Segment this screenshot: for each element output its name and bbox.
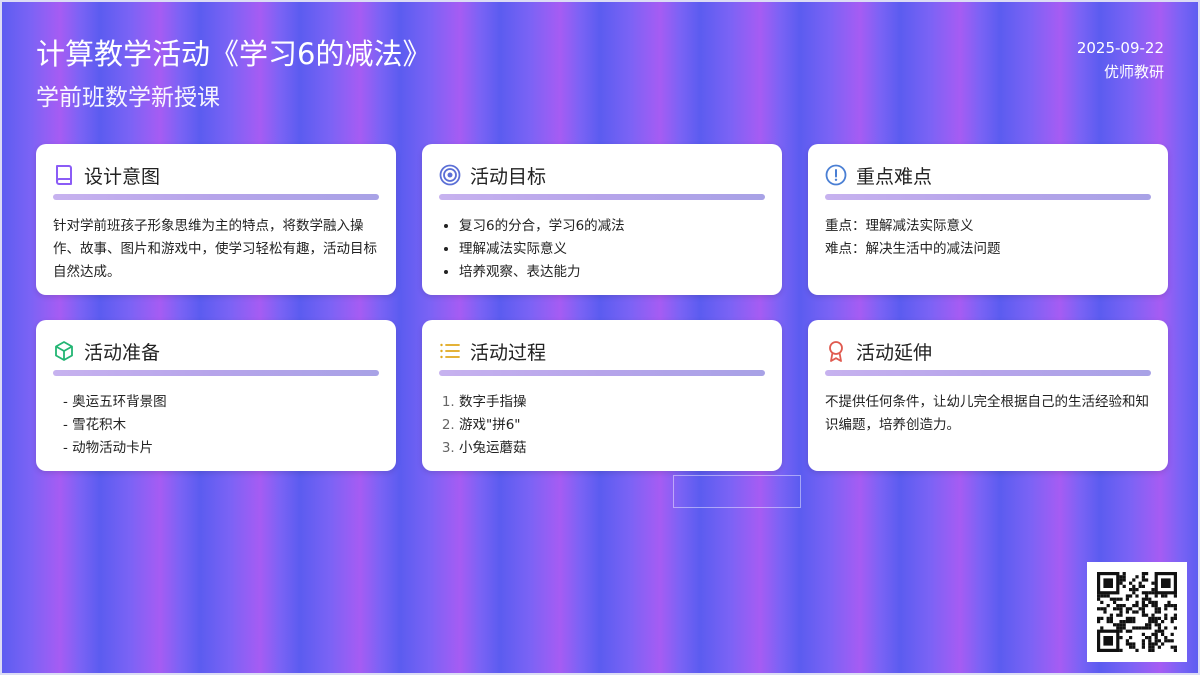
- card-text: 不提供任何条件，让幼儿完全根据自己的生活经验和知识编题，培养创造力。: [825, 394, 1149, 433]
- list-item: - 动物活动卡片: [63, 440, 154, 456]
- card-divider: [825, 194, 1151, 200]
- card-title: 活动过程: [470, 341, 547, 364]
- list-item: 数字手指操: [459, 391, 765, 414]
- qr-code: [1087, 562, 1187, 662]
- page-subtitle: 学前班数学新授课: [36, 85, 220, 111]
- card-title: 活动延伸: [856, 341, 933, 364]
- header: 计算教学活动《学习6的减法》 学前班数学新授课: [36, 32, 431, 116]
- card-key-points: 重点难点 重点：理解减法实际意义 难点：解决生活中的减法问题: [808, 144, 1168, 295]
- process-list: 数字手指操 游戏"拼6" 小兔运蘑菇: [439, 391, 765, 460]
- list-item: 复习6的分合，学习6的减法: [459, 215, 765, 238]
- card-divider: [53, 370, 379, 376]
- list-item: - 奥运五环背景图: [63, 394, 167, 410]
- card-divider: [439, 370, 765, 376]
- card-divider: [53, 194, 379, 200]
- list-item: 培养观察、表达能力: [459, 261, 765, 284]
- list-item: 游戏"拼6": [459, 414, 765, 437]
- difficulty-line: 难点：解决生活中的减法问题: [825, 241, 1001, 257]
- empty-placeholder-box: [673, 475, 801, 508]
- alert-circle-icon: [825, 164, 847, 186]
- card-extension: 活动延伸 不提供任何条件，让幼儿完全根据自己的生活经验和知识编题，培养创造力。: [808, 320, 1168, 471]
- goals-list: 复习6的分合，学习6的减法 理解减法实际意义 培养观察、表达能力: [439, 215, 765, 284]
- card-title: 活动目标: [470, 165, 547, 188]
- list-item: - 雪花积木: [63, 417, 127, 433]
- card-design-intent: 设计意图 针对学前班孩子形象思维为主的特点，将数学融入操作、故事、图片和游戏中，…: [36, 144, 396, 295]
- card-title: 设计意图: [84, 165, 161, 188]
- card-title: 重点难点: [856, 165, 933, 188]
- card-goals: 活动目标 复习6的分合，学习6的减法 理解减法实际意义 培养观察、表达能力: [422, 144, 782, 295]
- author-label: 优师教研: [1103, 63, 1164, 81]
- date-label: 2025-09-22: [1076, 39, 1164, 57]
- card-divider: [825, 370, 1151, 376]
- card-text: 针对学前班孩子形象思维为主的特点，将数学融入操作、故事、图片和游戏中，使学习轻松…: [53, 218, 377, 280]
- list-icon: [439, 340, 461, 362]
- page-title: 计算教学活动《学习6的减法》: [36, 37, 432, 71]
- card-text: 重点：理解减法实际意义 难点：解决生活中的减法问题: [825, 215, 1151, 261]
- key-point-line: 重点：理解减法实际意义: [825, 218, 974, 234]
- header-meta: 2025-09-22 优师教研: [1077, 36, 1164, 84]
- card-divider: [439, 194, 765, 200]
- list-item: 小兔运蘑菇: [459, 437, 765, 460]
- award-icon: [825, 340, 847, 362]
- cube-icon: [53, 340, 75, 362]
- book-icon: [53, 164, 75, 186]
- card-title: 活动准备: [84, 341, 161, 364]
- card-process: 活动过程 数字手指操 游戏"拼6" 小兔运蘑菇: [422, 320, 782, 471]
- target-icon: [439, 164, 461, 186]
- list-item: 理解减法实际意义: [459, 238, 765, 261]
- prep-list: - 奥运五环背景图 - 雪花积木 - 动物活动卡片: [53, 391, 379, 460]
- card-preparation: 活动准备 - 奥运五环背景图 - 雪花积木 - 动物活动卡片: [36, 320, 396, 471]
